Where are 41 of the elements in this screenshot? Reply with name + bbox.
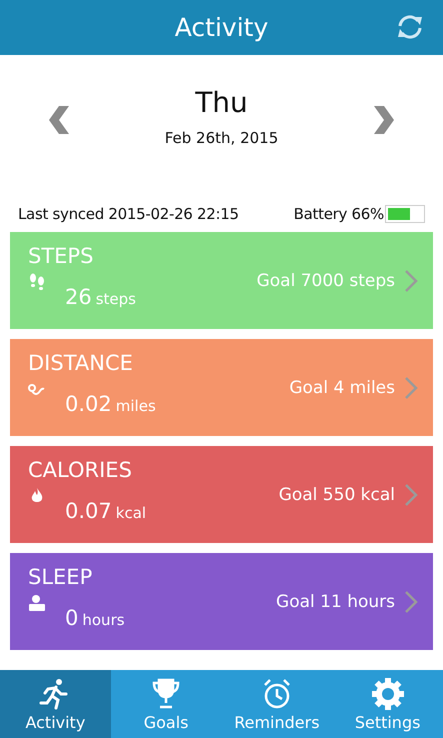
tab-label: Activity — [25, 712, 86, 732]
goal-text: Goal 7000 steps — [256, 270, 395, 290]
settings-icon — [370, 676, 405, 710]
weekday-label: Thu — [195, 86, 248, 118]
tab-label: Goals — [144, 712, 189, 732]
chevron-right-icon — [403, 376, 419, 398]
goal-text: Goal 550 kcal — [278, 484, 395, 504]
metric-card[interactable]: STEPS 26 steps Goal 7000 steps — [10, 232, 433, 329]
metric-unit: steps — [96, 290, 136, 308]
metric-title: STEPS — [28, 244, 94, 268]
chevron-right-icon — [403, 270, 419, 292]
nav-tab[interactable]: Settings — [332, 670, 443, 738]
metric-title: DISTANCE — [28, 351, 134, 375]
nav-tab[interactable]: Goals — [110, 670, 222, 738]
metric-unit: hours — [82, 611, 125, 629]
sleeping-person-icon — [28, 594, 46, 612]
metric-unit: kcal — [116, 504, 146, 522]
metric-card[interactable]: SLEEP 0 hours Goal 11 hours — [10, 553, 433, 650]
sync-icon[interactable] — [395, 13, 425, 41]
metric-unit: miles — [116, 397, 156, 415]
metric-title: SLEEP — [28, 565, 94, 589]
battery-text: Battery 66% — [294, 205, 384, 223]
chevron-right-icon — [403, 484, 419, 506]
metric-card[interactable]: CALORIES 0.07 kcal Goal 550 kcal — [10, 446, 433, 543]
metric-value: 26 — [65, 285, 92, 309]
last-synced-text: Last synced 2015-02-26 22:15 — [18, 205, 239, 223]
chevron-right-icon — [403, 590, 419, 612]
metric-card[interactable]: DISTANCE 0.02 miles Goal 4 miles — [10, 339, 433, 436]
tab-label: Settings — [354, 712, 420, 732]
footprints-icon — [28, 273, 46, 291]
nav-tab[interactable]: Reminders — [222, 670, 332, 738]
nav-tab[interactable]: Activity — [0, 670, 111, 738]
window-title: Activity — [174, 13, 268, 42]
tab-label: Reminders — [234, 712, 320, 732]
metric-title: CALORIES — [28, 458, 133, 482]
date-label: Feb 26th, 2015 — [164, 128, 278, 146]
metric-value: 0 — [65, 606, 78, 630]
metric-value: 0.02 — [65, 392, 112, 416]
goal-text: Goal 11 hours — [276, 592, 395, 612]
metric-value: 0.07 — [65, 499, 112, 523]
goal-text: Goal 4 miles — [289, 378, 395, 398]
